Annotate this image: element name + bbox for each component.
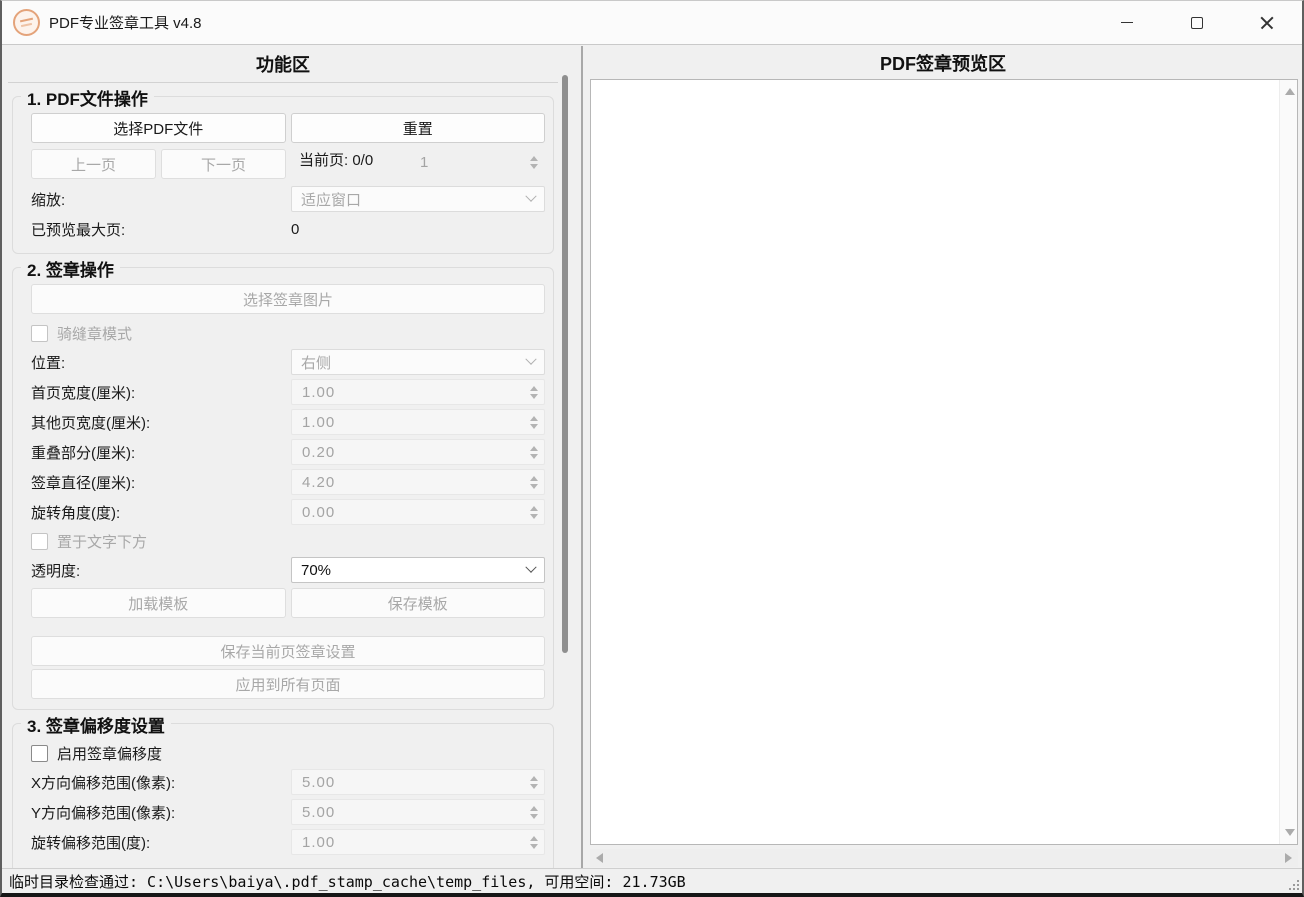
below-text-label: 置于文字下方: [57, 531, 147, 552]
reset-button[interactable]: 重置: [291, 113, 546, 143]
spinner-up-down-icon[interactable]: [530, 776, 538, 789]
overlap-label: 重叠部分(厘米):: [31, 442, 291, 463]
rotation-offset-range-value: 1.00: [302, 834, 335, 851]
pdf-preview-canvas[interactable]: [590, 79, 1298, 845]
spinner-up-down-icon[interactable]: [530, 836, 538, 849]
first-page-width-value: 1.00: [302, 384, 335, 401]
window-title: PDF专业签章工具 v4.8: [49, 12, 202, 33]
spinner-up-down-icon[interactable]: [530, 806, 538, 819]
max-previewed-page-value: 0: [291, 221, 545, 238]
other-pages-width-label: 其他页宽度(厘米):: [31, 412, 291, 433]
spinner-up-down-icon[interactable]: [530, 506, 538, 519]
section-pdf-file-operations: 1. PDF文件操作 选择PDF文件 重置 上一页 下一页 当前页: 0/0 1…: [12, 96, 554, 254]
overlap-value: 0.20: [302, 444, 335, 461]
minimize-icon: [1121, 22, 1133, 24]
scroll-right-icon[interactable]: [1285, 853, 1292, 863]
status-bar: 临时目录检查通过: C:\Users\baiya\.pdf_stamp_cach…: [2, 868, 1302, 893]
function-panel: 功能区 1. PDF文件操作 选择PDF文件 重置 上一页 下一页 当前页: 0…: [8, 46, 558, 869]
below-text-checkbox[interactable]: [31, 533, 48, 550]
stamp-diameter-label: 签章直径(厘米):: [31, 472, 291, 493]
section-stamp-operations: 2. 签章操作 选择签章图片 骑缝章模式 位置: 右侧 首页宽度(厘米): 1.…: [12, 267, 554, 710]
rotation-angle-spinner[interactable]: 0.00: [291, 499, 545, 525]
other-pages-width-value: 1.00: [302, 414, 335, 431]
save-current-page-settings-button[interactable]: 保存当前页签章设置: [31, 636, 545, 666]
section1-title: 1. PDF文件操作: [21, 85, 154, 110]
spinner-up-down-icon[interactable]: [530, 476, 538, 489]
y-offset-range-value: 5.00: [302, 804, 335, 821]
window-controls: [1092, 1, 1302, 44]
opacity-label: 透明度:: [31, 560, 291, 581]
section-stamp-offset-settings: 3. 签章偏移度设置 启用签章偏移度 X方向偏移范围(像素): 5.00 Y方向…: [12, 723, 554, 869]
current-page-spinner[interactable]: 1: [409, 149, 545, 175]
rotation-angle-label: 旋转角度(度):: [31, 502, 291, 523]
preview-panel: PDF签章预览区: [586, 46, 1300, 869]
spinner-up-down-icon[interactable]: [530, 416, 538, 429]
scroll-left-icon[interactable]: [596, 853, 603, 863]
next-page-button[interactable]: 下一页: [161, 149, 286, 179]
function-panel-title: 功能区: [8, 46, 558, 83]
scroll-down-icon[interactable]: [1285, 829, 1295, 836]
panel-splitter: [581, 46, 583, 869]
straddle-stamp-mode-checkbox[interactable]: [31, 325, 48, 342]
minimize-button[interactable]: [1092, 1, 1162, 44]
spinner-up-down-icon[interactable]: [530, 156, 538, 169]
x-offset-range-value: 5.00: [302, 774, 335, 791]
preview-vertical-scrollbar[interactable]: [1279, 80, 1297, 844]
section2-title: 2. 签章操作: [21, 256, 120, 281]
maximize-icon: [1191, 17, 1203, 29]
spinner-up-down-icon[interactable]: [530, 386, 538, 399]
rotation-offset-range-label: 旋转偏移范围(度):: [31, 832, 291, 853]
spinner-up-down-icon[interactable]: [530, 446, 538, 459]
scroll-up-icon[interactable]: [1285, 88, 1295, 95]
app-window: PDF专业签章工具 v4.8 功能区 1. PDF文件操作 选择PDF文件 重置…: [0, 0, 1304, 897]
rotation-angle-value: 0.00: [302, 504, 335, 521]
select-stamp-image-button[interactable]: 选择签章图片: [31, 284, 545, 314]
chevron-down-icon: [525, 191, 536, 202]
current-page-value: 1: [420, 154, 429, 171]
enable-offset-checkbox[interactable]: [31, 745, 48, 762]
overlap-spinner[interactable]: 0.20: [291, 439, 545, 465]
x-offset-range-spinner[interactable]: 5.00: [291, 769, 545, 795]
enable-offset-label: 启用签章偏移度: [57, 743, 162, 764]
status-message: 临时目录检查通过: C:\Users\baiya\.pdf_stamp_cach…: [9, 871, 686, 892]
load-template-button[interactable]: 加载模板: [31, 588, 286, 618]
x-offset-range-label: X方向偏移范围(像素):: [31, 772, 291, 793]
opacity-select-value: 70%: [301, 562, 331, 579]
zoom-label: 缩放:: [31, 189, 291, 210]
scrollbar-thumb[interactable]: [562, 75, 568, 653]
position-label: 位置:: [31, 352, 291, 373]
resize-grip[interactable]: [1287, 878, 1299, 890]
y-offset-range-spinner[interactable]: 5.00: [291, 799, 545, 825]
stamp-diameter-spinner[interactable]: 4.20: [291, 469, 545, 495]
max-previewed-page-label: 已预览最大页:: [31, 219, 291, 240]
close-button[interactable]: [1232, 1, 1302, 44]
first-page-width-label: 首页宽度(厘米):: [31, 382, 291, 403]
rotation-offset-range-spinner[interactable]: 1.00: [291, 829, 545, 855]
maximize-button[interactable]: [1162, 1, 1232, 44]
y-offset-range-label: Y方向偏移范围(像素):: [31, 802, 291, 823]
prev-page-button[interactable]: 上一页: [31, 149, 156, 179]
straddle-stamp-mode-label: 骑缝章模式: [57, 323, 132, 344]
first-page-width-spinner[interactable]: 1.00: [291, 379, 545, 405]
preview-horizontal-scrollbar[interactable]: [590, 849, 1298, 867]
opacity-select[interactable]: 70%: [291, 557, 545, 583]
app-stamp-icon: [13, 9, 40, 36]
current-page-label: 当前页: 0/0: [299, 149, 373, 179]
function-panel-scrollbar[interactable]: [559, 47, 571, 867]
title-bar: PDF专业签章工具 v4.8: [2, 1, 1302, 45]
section3-title: 3. 签章偏移度设置: [21, 712, 171, 737]
position-select-value: 右侧: [301, 352, 331, 373]
preview-panel-title: PDF签章预览区: [586, 46, 1300, 79]
zoom-select-value: 适应窗口: [301, 189, 361, 210]
position-select[interactable]: 右侧: [291, 349, 545, 375]
zoom-select[interactable]: 适应窗口: [291, 186, 545, 212]
stamp-diameter-value: 4.20: [302, 474, 335, 491]
chevron-down-icon: [525, 354, 536, 365]
select-pdf-button[interactable]: 选择PDF文件: [31, 113, 286, 143]
chevron-down-icon: [525, 562, 536, 573]
other-pages-width-spinner[interactable]: 1.00: [291, 409, 545, 435]
save-template-button[interactable]: 保存模板: [291, 588, 546, 618]
close-icon: [1260, 16, 1274, 30]
apply-to-all-pages-button[interactable]: 应用到所有页面: [31, 669, 545, 699]
